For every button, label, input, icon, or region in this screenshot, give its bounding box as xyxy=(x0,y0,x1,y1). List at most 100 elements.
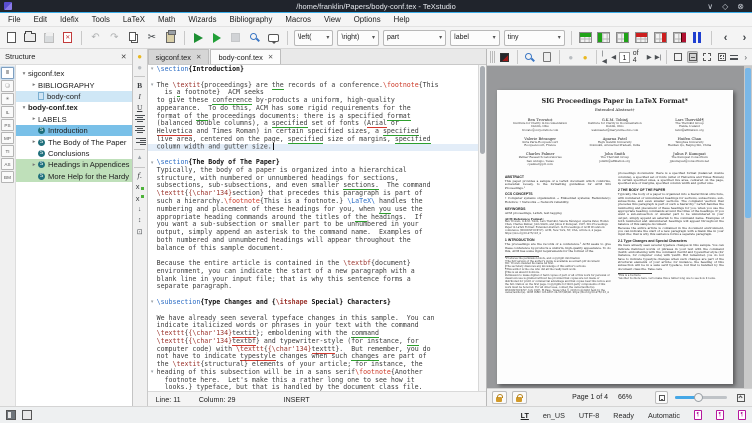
subscript-icon[interactable]: x xyxy=(134,182,146,191)
pdf-forward-icon[interactable]: ● xyxy=(579,53,590,62)
tree-expander-icon[interactable]: ▸ xyxy=(30,162,38,168)
tree-item-introduction[interactable]: SIntroduction xyxy=(16,125,132,136)
tree-expander-icon[interactable]: ▸ xyxy=(30,139,38,145)
last-page-icon[interactable]: ▶| xyxy=(655,53,662,61)
status-en-us[interactable]: en_US xyxy=(543,411,565,420)
toggle-side-panel-icon[interactable] xyxy=(6,410,16,420)
right-delimiter-combo[interactable]: \right)▾ xyxy=(337,30,379,46)
bold-icon[interactable]: B xyxy=(134,81,146,90)
tree-item-conclusions[interactable]: SConclusions xyxy=(16,148,132,159)
viewer-badge-1-icon[interactable]: ¶ xyxy=(694,410,702,420)
menu-latex[interactable]: LaTeX xyxy=(123,15,145,24)
pdf-presentation-icon[interactable] xyxy=(498,50,512,65)
structure-close-icon[interactable]: ✕ xyxy=(121,53,127,61)
tab-sigconf-tex[interactable]: sigconf.tex✕ xyxy=(148,49,210,64)
pdf-zoom-slider-knob[interactable] xyxy=(694,393,703,402)
menu-bibliography[interactable]: Bibliography xyxy=(229,15,272,24)
tree-item-the-body-of-the-paper[interactable]: ▸SThe Body of The Paper xyxy=(16,136,132,147)
pdf-scrollbar[interactable] xyxy=(744,66,752,388)
beamer-tab[interactable]: BM xyxy=(1,171,14,183)
previous-document-icon[interactable]: ‹ xyxy=(718,30,733,45)
menu-file[interactable]: File xyxy=(8,15,21,24)
pdf-expand-icon[interactable] xyxy=(734,391,747,404)
menu-edit[interactable]: Edit xyxy=(34,15,47,24)
italic-icon[interactable]: I xyxy=(134,92,146,101)
fold-marker-icon[interactable]: ▾ xyxy=(148,66,157,73)
menu-help[interactable]: Help xyxy=(394,15,410,24)
tree-item-more-help-for-the-hardy[interactable]: SMore Help for the Hardy xyxy=(16,171,132,182)
previous-page-icon[interactable]: ◀ xyxy=(611,53,616,61)
tree-item-sigconf-tex[interactable]: ▾sigconf.tex xyxy=(16,68,132,79)
next-page-icon[interactable]: ▶ xyxy=(647,53,652,61)
asymptote-tab[interactable]: AS xyxy=(1,158,14,170)
build-and-view-icon[interactable] xyxy=(191,30,206,45)
pdf-zoom-slider[interactable] xyxy=(675,396,727,399)
macro-icon[interactable]: ⊡ xyxy=(134,227,146,236)
menu-options[interactable]: Options xyxy=(354,15,381,24)
code-area[interactable]: ▾\section{Introduction}▾The \textit{proc… xyxy=(148,65,486,391)
tree-item-body-conf[interactable]: body-conf xyxy=(16,91,132,102)
next-document-icon[interactable]: › xyxy=(737,30,752,45)
menu-view[interactable]: View xyxy=(324,15,341,24)
tree-expander-icon[interactable]: ▾ xyxy=(20,105,28,111)
insert-linebreak-icon[interactable]: ↓ xyxy=(134,205,146,214)
pdf-zoom-reset-icon[interactable] xyxy=(655,391,668,404)
align-right-icon[interactable] xyxy=(134,137,146,146)
font-size-combo[interactable]: tiny▾ xyxy=(504,30,565,46)
new-file-icon[interactable] xyxy=(4,30,19,45)
close-file-icon[interactable]: ✕ xyxy=(60,30,75,45)
tree-item-labels[interactable]: ▸LABELS xyxy=(16,114,132,125)
paste-icon[interactable] xyxy=(163,30,178,45)
copy-icon[interactable] xyxy=(126,30,141,45)
bookmark-goto-icon[interactable]: ● xyxy=(134,63,146,72)
pdf-back-icon[interactable]: ● xyxy=(565,53,576,62)
code-line[interactable]: separate paragraph. xyxy=(148,283,478,291)
page-number-input[interactable]: 1 xyxy=(619,52,630,63)
menu-idefix[interactable]: Idefix xyxy=(60,15,79,24)
tree-expander-icon[interactable]: ▸ xyxy=(30,82,38,88)
table-align-columns-icon[interactable] xyxy=(690,30,705,45)
bookmarks-tab[interactable]: ❏ xyxy=(1,80,14,92)
fold-marker-icon[interactable]: ▾ xyxy=(148,82,157,89)
pdf-scroll-tool-icon[interactable] xyxy=(540,50,554,65)
symbols-tab[interactable]: ✳ xyxy=(1,93,14,105)
pdf-lock-icon[interactable] xyxy=(492,391,507,404)
tree-expander-icon[interactable]: ▾ xyxy=(20,71,28,77)
fit-width-icon[interactable] xyxy=(687,51,698,63)
compile-icon[interactable] xyxy=(210,30,225,45)
minimize-icon[interactable]: ∨ xyxy=(707,2,713,11)
left-delimiter-combo[interactable]: \left(▾ xyxy=(294,30,334,46)
metapost-tab[interactable]: MP xyxy=(1,132,14,144)
pdf-toolbar-drag-handle[interactable] xyxy=(490,51,495,63)
tree-expander-icon[interactable]: ▸ xyxy=(30,116,38,122)
fold-marker-icon[interactable]: ▾ xyxy=(148,369,157,376)
pdf-scrollbar-thumb[interactable] xyxy=(745,68,751,218)
code-line[interactable]: column width and gutter size. xyxy=(148,144,478,152)
stop-icon[interactable] xyxy=(229,30,244,45)
code-line[interactable]: looks.} typeface, but that is handled by… xyxy=(148,384,478,391)
languagetool-icon[interactable]: LT xyxy=(521,411,529,420)
table-cut-column-icon[interactable] xyxy=(672,30,687,45)
fold-marker-icon[interactable]: ▾ xyxy=(148,160,157,167)
tab-body-conf-tex[interactable]: body-conf.tex✕ xyxy=(210,49,281,64)
undo-icon[interactable]: ↶ xyxy=(88,30,103,45)
tab-close-icon[interactable]: ✕ xyxy=(268,53,273,61)
superscript-icon[interactable]: x xyxy=(134,194,146,203)
cut-icon[interactable]: ✂ xyxy=(144,30,159,45)
code-line[interactable]: ▾\section{Introduction} xyxy=(148,66,478,74)
status-automatic[interactable]: Automatic xyxy=(648,411,680,420)
fit-text-width-icon[interactable] xyxy=(701,51,712,63)
pdf-toolbar-extend-icon[interactable]: › xyxy=(744,53,747,62)
tree-item-bibliography[interactable]: ▸BIBLIOGRAPHY xyxy=(16,79,132,90)
code-line[interactable]: balance of this sample document. xyxy=(148,245,478,253)
save-file-icon[interactable] xyxy=(42,30,57,45)
tikz-tab[interactable]: TI xyxy=(1,145,14,157)
bookmark-toggle-icon[interactable]: ● xyxy=(134,52,146,61)
toggle-bottom-panel-icon[interactable] xyxy=(22,410,32,420)
reference-combo[interactable]: label▾ xyxy=(450,30,499,46)
open-file-icon[interactable] xyxy=(23,30,38,45)
maximize-icon[interactable]: ◇ xyxy=(722,2,728,11)
editor-scrollbar-thumb[interactable] xyxy=(480,66,485,154)
fold-marker-icon[interactable]: ▾ xyxy=(148,299,157,306)
insert-arrow-icon[interactable]: ▲ xyxy=(134,154,146,163)
